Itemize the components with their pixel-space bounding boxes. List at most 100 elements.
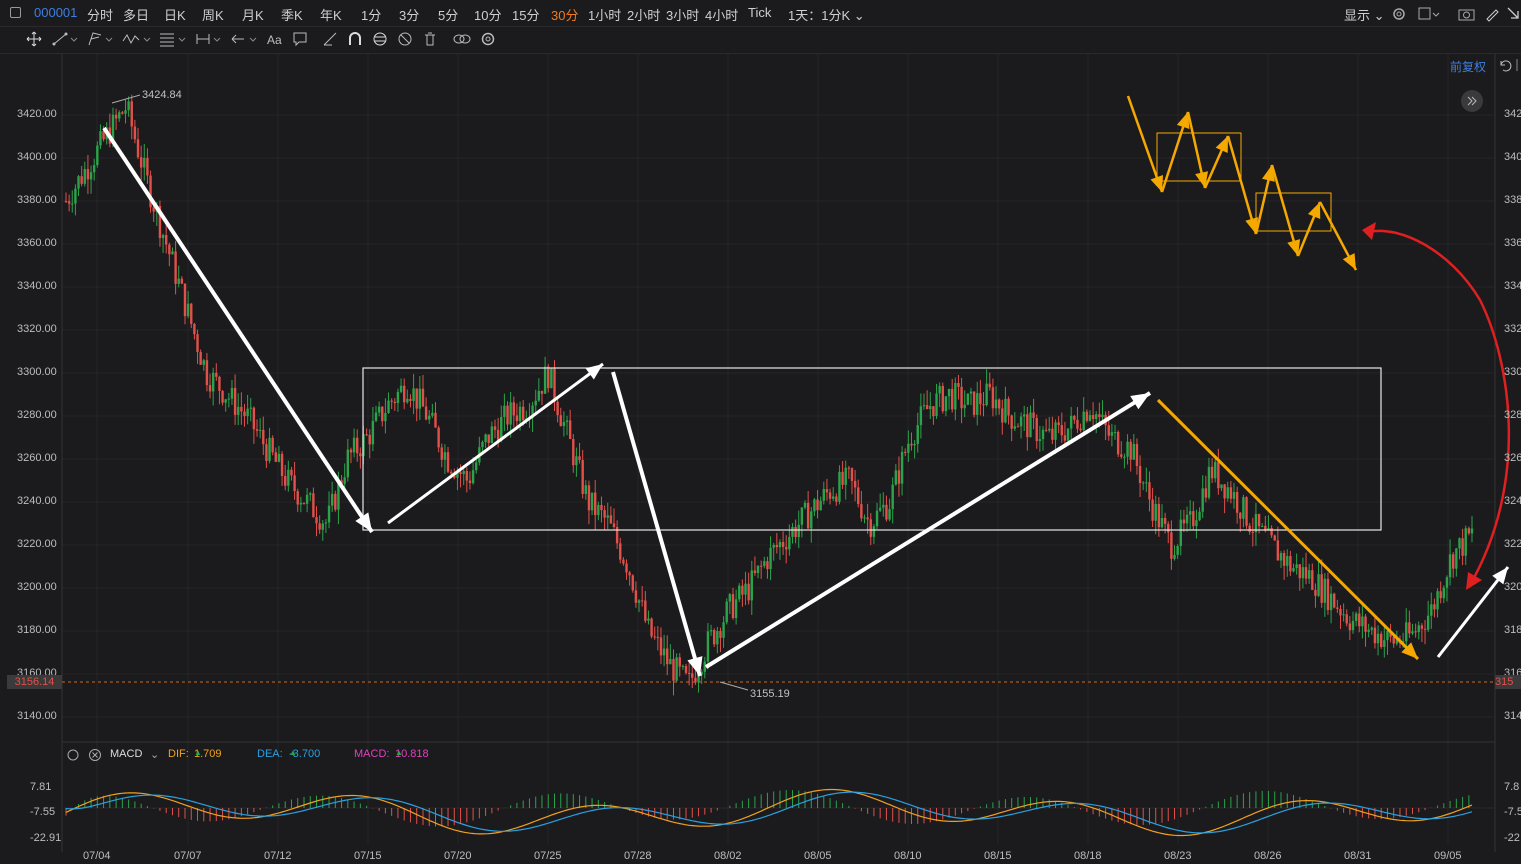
candle-body (1408, 622, 1411, 634)
candle-body (628, 572, 631, 576)
candle-body (481, 442, 484, 448)
text-tool[interactable]: Aa (267, 31, 282, 49)
chevron-down-icon[interactable]: ⌄ (150, 748, 159, 761)
ruler-icon[interactable] (322, 31, 338, 49)
candle-body (1342, 614, 1345, 616)
timeframe-tab[interactable]: 日K (164, 5, 186, 24)
macd-y-tick-right: -22 (1504, 832, 1520, 844)
expand-icon[interactable] (1506, 6, 1520, 22)
timeframe-tab[interactable]: Tick (748, 5, 771, 20)
timeframe-tab[interactable]: 3小时 (666, 5, 699, 24)
candle-body (750, 570, 753, 601)
timeframe-tab[interactable]: 4小时 (705, 5, 738, 24)
candle-body (672, 658, 675, 681)
timeframe-tab[interactable]: 30分 (551, 5, 578, 24)
arrow-icon[interactable] (230, 31, 260, 49)
x-axis-tick: 07/15 (354, 850, 382, 862)
timeframe-tab[interactable]: 分时 (87, 5, 113, 24)
timeframe-tab[interactable]: 1分 (361, 5, 381, 24)
candle-body (600, 504, 603, 511)
timeframe-tab[interactable]: 10分 (474, 5, 501, 24)
candle-body (127, 101, 130, 111)
hide-icon[interactable] (397, 31, 413, 49)
y-axis-tick: 3400.00 (17, 151, 57, 163)
timeframe-tab[interactable]: 15分 (512, 5, 539, 24)
collapse-panel-icon[interactable] (1460, 89, 1484, 113)
candle-body (258, 429, 262, 431)
candle-body (1226, 487, 1229, 499)
candle-body (1329, 593, 1333, 611)
settings-icon[interactable] (66, 748, 80, 762)
y-axis-tick: 3300.00 (17, 366, 57, 378)
candle-body (997, 399, 1001, 409)
candle-body (810, 511, 813, 529)
wave-icon[interactable] (122, 31, 152, 49)
magnet-icon[interactable] (347, 31, 363, 49)
candle-body (553, 368, 556, 402)
timeframe-tab[interactable]: 周K (202, 5, 224, 24)
candle-body (512, 402, 515, 416)
settings-icon[interactable] (480, 31, 496, 49)
link-icon[interactable] (452, 31, 472, 49)
candle-body (1217, 461, 1220, 489)
candle-body (1458, 538, 1461, 549)
candle-body (1148, 482, 1151, 500)
candle-body (265, 444, 268, 462)
candle-body (744, 583, 747, 595)
candle-body (1126, 441, 1129, 457)
candle-body (594, 492, 597, 516)
candle-body (966, 393, 970, 405)
measure-icon[interactable] (195, 31, 225, 49)
layout-square-icon[interactable] (1418, 6, 1440, 22)
candle-body (897, 470, 901, 484)
candle-body (165, 234, 168, 245)
low-price-label: 3155.19 (750, 688, 790, 700)
layout-icon[interactable] (10, 7, 21, 18)
pen-icon[interactable] (1484, 6, 1500, 22)
display-menu[interactable]: 显示 ⌄ (1344, 5, 1385, 24)
candle-body (1304, 567, 1308, 579)
candle-body (1254, 514, 1258, 533)
camera-icon[interactable] (1458, 6, 1476, 22)
timeframe-tab[interactable]: 年K (320, 5, 342, 24)
channel-icon[interactable] (87, 31, 113, 49)
settings-icon[interactable] (1391, 6, 1407, 22)
lock-icon[interactable] (372, 31, 388, 49)
candle-body (124, 110, 127, 114)
comment-icon[interactable] (292, 31, 308, 49)
candle-body (1123, 456, 1126, 458)
fib-icon[interactable] (158, 31, 188, 49)
candle-body (769, 547, 772, 570)
trendline-icon[interactable] (52, 31, 78, 49)
timeframe-tab[interactable]: 月K (242, 5, 264, 24)
candle-body (412, 388, 415, 401)
timeframe-tab[interactable]: 3分 (399, 5, 419, 24)
indicator-name[interactable]: MACD (110, 748, 142, 760)
timeframe-tab[interactable]: 多日 (123, 5, 149, 24)
timeframe-tab[interactable]: 1小时 (588, 5, 621, 24)
candle-body (330, 493, 334, 506)
x-axis-tick: 07/12 (264, 850, 292, 862)
dea-label: DEA: (257, 748, 283, 760)
delete-icon[interactable] (422, 31, 438, 49)
candle-body (753, 570, 757, 574)
close-icon[interactable] (88, 748, 102, 762)
timeframe-tab[interactable]: 2小时 (627, 5, 660, 24)
candle-body (925, 405, 929, 410)
candle-body (1182, 519, 1186, 524)
candle-body (99, 131, 102, 146)
symbol-code[interactable]: 000001 (34, 5, 77, 20)
candle-body (781, 542, 785, 547)
period-select[interactable]: 1天：1分K ⌄ (788, 5, 865, 24)
candle-body (428, 415, 431, 420)
timeframe-tab[interactable]: 5分 (438, 5, 458, 24)
candlestick-chart[interactable] (0, 54, 1521, 864)
candle-body (1448, 554, 1452, 578)
candle-body (190, 303, 193, 324)
timeframe-tab[interactable]: 季K (281, 5, 303, 24)
candle-body (1179, 519, 1182, 546)
candle-body (894, 470, 898, 485)
candle-body (327, 505, 331, 523)
move-icon[interactable] (26, 31, 42, 49)
y-axis-tick: 3340.00 (17, 280, 57, 292)
